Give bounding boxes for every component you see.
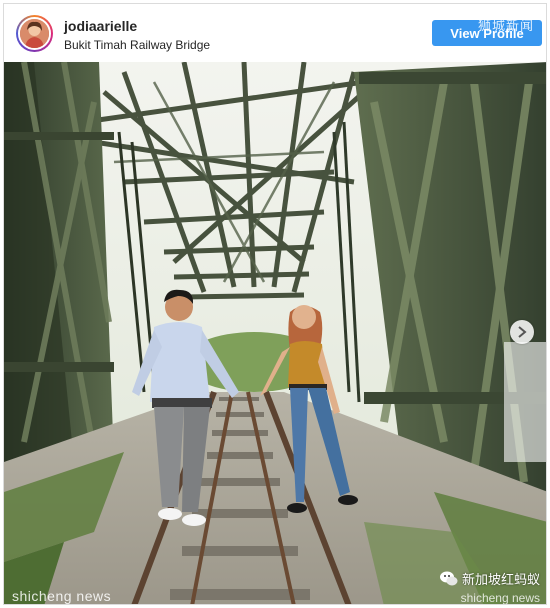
carousel-next-button[interactable]	[510, 320, 534, 344]
wechat-icon	[439, 571, 458, 587]
post-header: jodiaarielle Bukit Timah Railway Bridge …	[4, 4, 546, 62]
instagram-post-card: jodiaarielle Bukit Timah Railway Bridge …	[3, 3, 547, 605]
watermark-bottom-right-text: 新加坡红蚂蚁	[461, 573, 540, 588]
watermark-bottom-right: 新加坡红蚂蚁	[439, 569, 540, 588]
username-link[interactable]: jodiaarielle	[64, 18, 137, 34]
avatar-icon	[18, 17, 51, 50]
location-link[interactable]: Bukit Timah Railway Bridge	[64, 38, 210, 52]
bridge-photo-illustration	[4, 62, 546, 604]
watermark-bottom-left: shicheng news	[12, 588, 112, 604]
view-profile-button[interactable]: View Profile	[432, 20, 542, 46]
avatar[interactable]	[16, 15, 53, 52]
chevron-right-icon	[518, 326, 527, 338]
post-photo[interactable]: shicheng news 新加坡红蚂蚁 shicheng news	[4, 62, 546, 605]
watermark-bottom-right-sub: shicheng news	[460, 591, 540, 605]
